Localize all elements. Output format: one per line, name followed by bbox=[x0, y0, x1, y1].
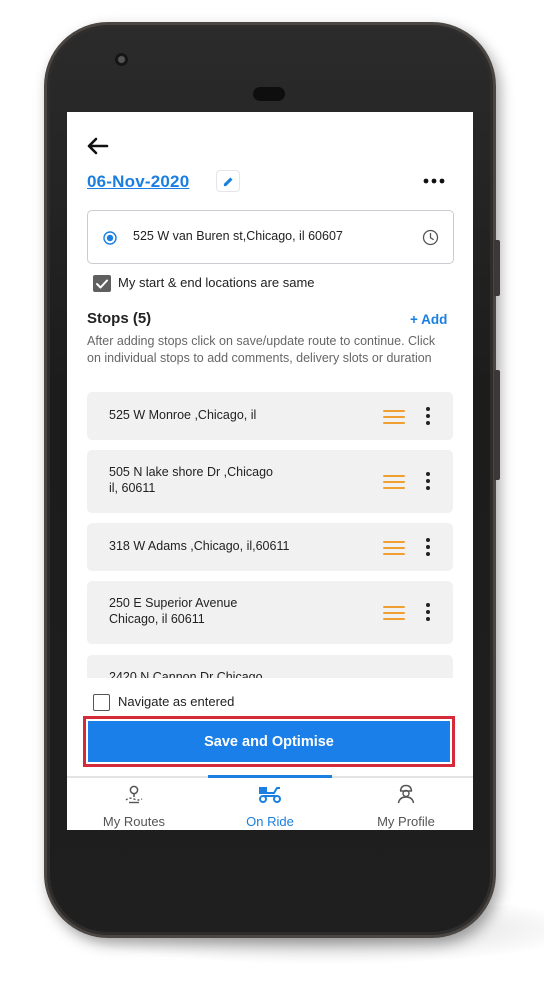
more-vertical-icon[interactable] bbox=[425, 472, 431, 490]
power-button bbox=[494, 240, 500, 296]
volume-button bbox=[494, 370, 500, 480]
stop-card[interactable]: 505 N lake shore Dr ,Chicago il, 60611 bbox=[87, 450, 453, 513]
drag-handle-icon[interactable] bbox=[383, 606, 405, 620]
stop-address: 505 N lake shore Dr ,Chicago il, 60611 bbox=[109, 465, 273, 495]
stop-card[interactable]: 2420 N Cannon Dr Chicago bbox=[87, 655, 453, 678]
tab-label: My Routes bbox=[102, 814, 166, 829]
stop-address: 2420 N Cannon Dr Chicago bbox=[109, 670, 263, 678]
navigate-as-entered-label: Navigate as entered bbox=[118, 694, 235, 709]
tab-label: My Profile bbox=[377, 814, 435, 829]
stops-list[interactable]: 525 W Monroe ,Chicago, il 505 N lake sho… bbox=[67, 112, 473, 678]
stop-card[interactable]: 250 E Superior Avenue Chicago, il 60611 bbox=[87, 581, 453, 644]
location-pin-icon bbox=[125, 785, 143, 804]
profile-icon bbox=[397, 784, 415, 804]
drag-handle-icon[interactable] bbox=[383, 410, 405, 424]
stop-card[interactable]: 318 W Adams ,Chicago, il,60611 bbox=[87, 523, 453, 571]
navigate-as-entered-checkbox[interactable] bbox=[93, 694, 110, 711]
drag-handle-icon[interactable] bbox=[383, 475, 405, 489]
save-and-optimise-button[interactable]: Save and Optimise bbox=[88, 721, 450, 762]
more-vertical-icon[interactable] bbox=[425, 407, 431, 425]
save-button-highlight: Save and Optimise bbox=[83, 716, 455, 767]
stop-address: 250 E Superior Avenue Chicago, il 60611 bbox=[109, 596, 238, 626]
drag-handle-icon[interactable] bbox=[383, 541, 405, 555]
earpiece-speaker bbox=[253, 87, 285, 101]
more-vertical-icon[interactable] bbox=[425, 538, 431, 556]
bottom-tab-bar: My Routes On Ride My Profile bbox=[67, 775, 473, 830]
more-vertical-icon[interactable] bbox=[425, 603, 431, 621]
stop-card[interactable]: 525 W Monroe ,Chicago, il bbox=[87, 392, 453, 440]
tab-my-profile[interactable]: My Profile bbox=[341, 784, 471, 830]
stop-address: 525 W Monroe ,Chicago, il bbox=[109, 408, 257, 422]
stop-address: 318 W Adams ,Chicago, il,60611 bbox=[109, 539, 290, 553]
active-tab-indicator bbox=[208, 775, 332, 778]
delivery-scooter-icon bbox=[259, 787, 281, 803]
front-camera bbox=[113, 51, 130, 68]
tab-on-ride[interactable]: On Ride bbox=[205, 784, 335, 830]
tab-my-routes[interactable]: My Routes bbox=[69, 784, 199, 830]
tab-label: On Ride bbox=[246, 814, 294, 829]
app-screen: 06-Nov-2020 525 W van Buren st,Chicago, … bbox=[67, 112, 473, 830]
